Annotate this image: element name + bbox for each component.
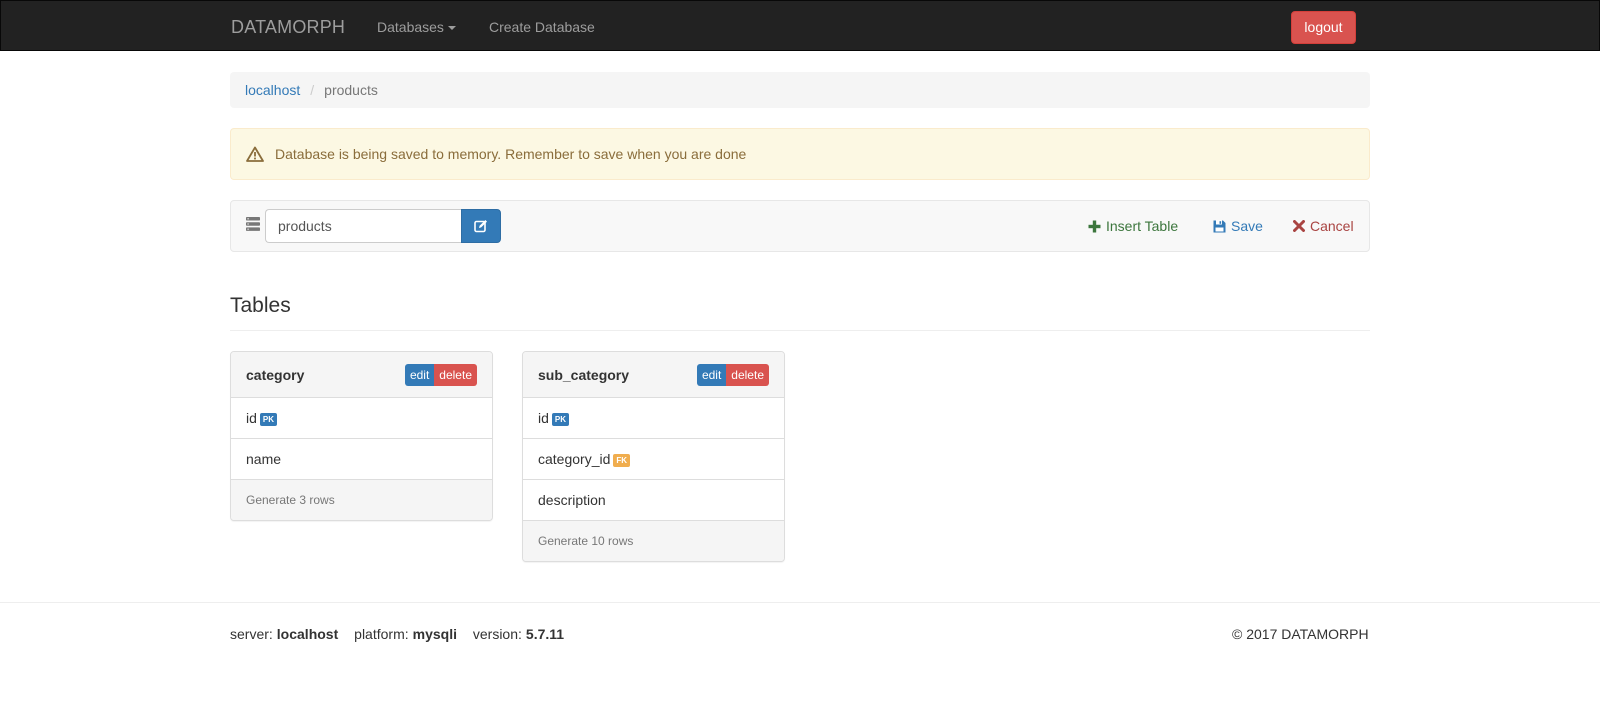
section-title: Tables [230,294,291,317]
save-button[interactable]: Save [1213,218,1263,234]
server-info: server: localhost platform: mysqli version… [230,626,576,642]
primary-key-badge: PK [259,412,278,426]
primary-key-badge: PK [551,412,570,426]
platform-value: mysqli [412,626,457,642]
breadcrumb-localhost[interactable]: localhost [245,82,300,98]
edit-table-button[interactable]: edit [696,363,727,386]
warning-alert: Database is being saved to memory. Remem… [230,128,1370,180]
table-card-category: category edit delete id PK name Generate… [230,351,493,521]
foreign-key-badge: FK [613,453,631,467]
edit-table-button[interactable]: edit [404,363,435,386]
generate-rows-footer[interactable]: Generate 10 rows [523,521,784,561]
table-card-header: sub_category edit delete [523,352,784,398]
version-label: version: [472,626,522,642]
field-name: name [246,451,282,467]
breadcrumb-products: products [324,82,378,98]
field-row[interactable]: name [231,439,492,480]
save-label: Save [1231,218,1263,234]
field-row[interactable]: category_id FK [523,439,784,480]
copyright: © 2017 DATAMORPH [1232,626,1369,642]
brand-logo[interactable]: DATAMORPH [231,17,345,38]
cancel-button[interactable]: Cancel [1293,218,1354,234]
cancel-label: Cancel [1310,218,1354,234]
server-label: server: [230,626,273,642]
databases-label: Databases [377,19,444,35]
database-name-input[interactable] [265,209,461,243]
table-actions: edit delete [696,363,769,386]
table-card-sub-category: sub_category edit delete id PK category_… [522,351,785,562]
generate-rows-footer[interactable]: Generate 3 rows [231,480,492,520]
insert-table-button[interactable]: Insert Table [1088,218,1178,234]
field-row[interactable]: description [523,480,784,521]
breadcrumb-separator: / [310,82,315,98]
table-name: category [246,366,305,383]
table-actions: edit delete [404,363,477,386]
create-database-link[interactable]: Create Database [489,19,595,35]
database-toolbar: Insert Table Save Cancel [230,200,1370,252]
field-name: id [538,410,549,426]
floppy-disk-icon [1213,220,1226,232]
field-name: category_id [538,451,611,467]
insert-table-label: Insert Table [1106,218,1179,234]
logout-button[interactable]: logout [1291,11,1356,44]
navbar: DATAMORPH Databases Create Database logo… [0,0,1600,51]
delete-table-button[interactable]: delete [434,363,477,386]
field-name: id [246,410,257,426]
field-row[interactable]: id PK [231,398,492,439]
warning-icon [246,146,264,162]
server-value: localhost [276,626,339,642]
edit-icon [474,220,487,233]
caret-down-icon [447,26,456,31]
footer-divider [0,602,1600,603]
databases-dropdown[interactable]: Databases [377,19,456,35]
version-value: 5.7.11 [525,626,565,642]
table-name: sub_category [538,366,630,383]
database-icon [245,216,261,232]
plus-icon [1088,220,1101,232]
alert-message: Database is being saved to memory. Remem… [275,146,747,162]
field-name: description [538,492,606,508]
rename-database-button[interactable] [461,209,501,243]
breadcrumb: localhost / products [230,72,1370,108]
delete-table-button[interactable]: delete [726,363,769,386]
field-row[interactable]: id PK [523,398,784,439]
table-card-header: category edit delete [231,352,492,398]
close-icon [1293,220,1305,232]
divider [230,330,1370,331]
platform-label: platform: [354,626,409,642]
